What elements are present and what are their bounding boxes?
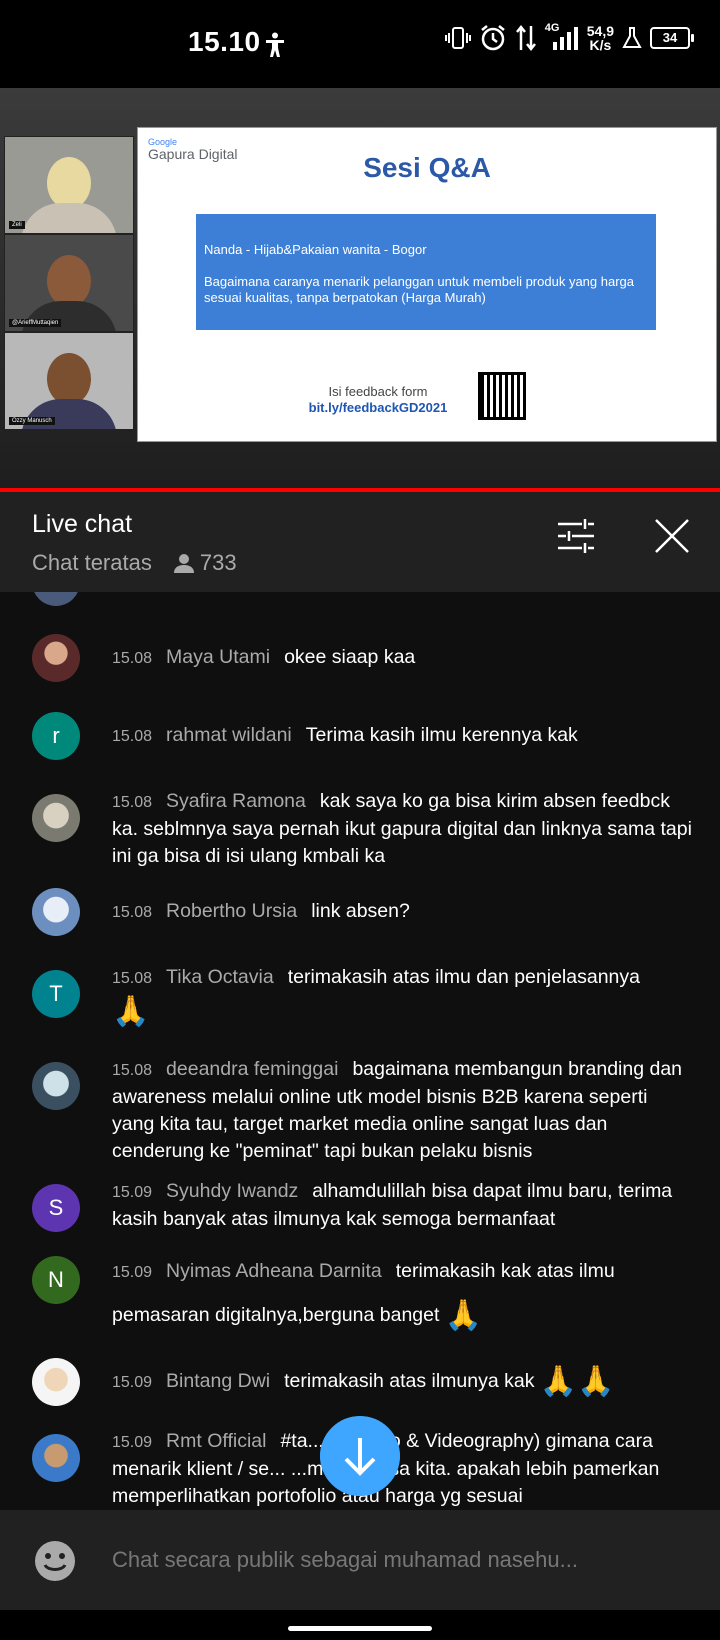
scroll-to-bottom-button[interactable] <box>320 1416 400 1496</box>
message-time: 15.08 <box>112 728 153 745</box>
message-text: okee siaap kaa <box>284 646 416 668</box>
flask-icon <box>622 27 642 48</box>
slide-question-name: Nanda - Hijab&Pakaian wanita - Bogor <box>204 242 427 257</box>
avatar[interactable] <box>32 1434 80 1482</box>
participant-name-tag: Zeli <box>9 221 25 229</box>
message-author[interactable]: Robertho Ursia <box>166 900 297 922</box>
message-time: 15.09 <box>112 1434 153 1451</box>
message-time: 15.09 <box>112 1374 153 1392</box>
participant-cam-1: Zeli <box>4 136 134 234</box>
slide-question-text: Bagaimana caranya menarik pelanggan untu… <box>204 274 634 305</box>
participant-cam-3: Ozzy Manusch <box>4 332 134 430</box>
avatar[interactable] <box>32 794 80 842</box>
chat-mode-selector[interactable]: Chat teratas 733 <box>32 550 237 576</box>
chat-input-bar: Chat secara publik sebagai muhamad naseh… <box>0 1510 720 1610</box>
slide-question-box: Nanda - Hijab&Pakaian wanita - Bogor Bag… <box>196 214 656 330</box>
slide-feedback: Isi feedback form bit.ly/feedbackGD2021 <box>308 384 448 415</box>
message-text: Terima kasih ilmu kerennya kak <box>305 724 578 746</box>
message-text: link absen? <box>311 900 410 922</box>
participant-name-tag: Ozzy Manusch <box>9 417 55 425</box>
network-speed: 54,9 K/s <box>586 23 614 53</box>
participant-head <box>47 353 91 405</box>
battery-indicator: 34 <box>650 27 694 49</box>
vibrate-icon <box>444 27 471 49</box>
message-author[interactable]: Maya Utami <box>166 646 270 668</box>
avatar[interactable] <box>32 1358 80 1406</box>
message-author[interactable]: deeandra feminggai <box>166 1058 338 1080</box>
participant-head <box>47 255 91 307</box>
participant-cam-2: @ArieffMuttaqien <box>4 234 134 332</box>
alarm-icon <box>480 25 505 51</box>
avatar[interactable]: N <box>32 1256 80 1304</box>
message-time: 15.08 <box>112 1062 153 1079</box>
navigation-bar <box>0 1610 720 1640</box>
message-text: terimakasih atas ilmunya kak <box>284 1370 535 1393</box>
qr-code <box>478 372 526 420</box>
close-icon[interactable] <box>650 514 694 558</box>
viewer-count: 733 <box>173 550 237 576</box>
message-time: 15.08 <box>112 904 153 921</box>
message-author[interactable]: Nyimas Adheana Darnita <box>166 1260 382 1282</box>
message-time: 15.09 <box>112 1184 153 1201</box>
pray-emoji: 🙏 <box>444 1298 483 1332</box>
filter-settings-icon[interactable] <box>554 514 598 558</box>
signal-icon: 4G <box>545 22 579 52</box>
message-author[interactable]: Syafira Ramona <box>166 790 306 812</box>
video-player[interactable]: Zeli @ArieffMuttaqien Ozzy Manusch Googl… <box>0 88 720 488</box>
message-author[interactable]: Bintang Dwi <box>166 1370 270 1392</box>
status-icons: 4G 54,9 K/s 34 <box>444 22 694 53</box>
person-icon <box>173 554 194 573</box>
status-time: 15.10 <box>188 26 261 57</box>
avatar <box>32 592 80 606</box>
avatar[interactable] <box>32 634 80 682</box>
viewer-count-value: 733 <box>199 550 237 575</box>
message-author[interactable]: Rmt Official <box>166 1430 266 1452</box>
participant-body <box>21 301 117 331</box>
avatar[interactable]: r <box>32 712 80 760</box>
avatar[interactable] <box>32 888 80 936</box>
chat-title: Live chat <box>32 510 133 538</box>
slide-title: Sesi Q&A <box>363 152 491 183</box>
message-author[interactable]: Tika Octavia <box>166 966 274 988</box>
pray-emoji: 🙏 <box>112 995 150 1028</box>
chat-input[interactable]: Chat secara publik sebagai muhamad naseh… <box>112 1540 692 1580</box>
message-author[interactable]: rahmat wildani <box>166 724 292 746</box>
participant-name-tag: @ArieffMuttaqien <box>9 319 62 327</box>
message-time: 15.08 <box>112 794 153 811</box>
avatar[interactable]: T <box>32 970 80 1018</box>
message-time: 15.08 <box>112 650 153 667</box>
participant-body <box>21 203 117 233</box>
chat-mode-label[interactable]: Chat teratas <box>32 550 152 576</box>
data-transfer-icon <box>515 24 536 52</box>
avatar[interactable]: S <box>32 1184 80 1232</box>
home-indicator[interactable] <box>288 1626 432 1631</box>
chat-header: Live chat Chat teratas 733 <box>0 492 720 592</box>
presentation-slide: Google Gapura Digital Sesi Q&A Nanda - H… <box>137 127 717 442</box>
pray-emoji: 🙏🙏 <box>539 1365 615 1398</box>
emoji-icon[interactable] <box>34 1540 76 1582</box>
chat-message-list[interactable]: 15.08 Maya Utami okee siaap kaa r 15.08 rah… <box>0 592 720 1510</box>
message-text: terimakasih atas ilmu dan penjelasannya <box>287 966 640 988</box>
avatar[interactable] <box>32 1062 80 1110</box>
status-bar: 15.10 4G 54,9 K/s 34 <box>0 0 720 88</box>
message-author[interactable]: Syuhdy Iwandz <box>166 1180 298 1202</box>
accessibility-icon <box>266 32 284 57</box>
participant-body <box>21 399 117 429</box>
message-time: 15.09 <box>112 1264 153 1281</box>
message-time: 15.08 <box>112 970 153 987</box>
participant-head <box>47 157 91 209</box>
